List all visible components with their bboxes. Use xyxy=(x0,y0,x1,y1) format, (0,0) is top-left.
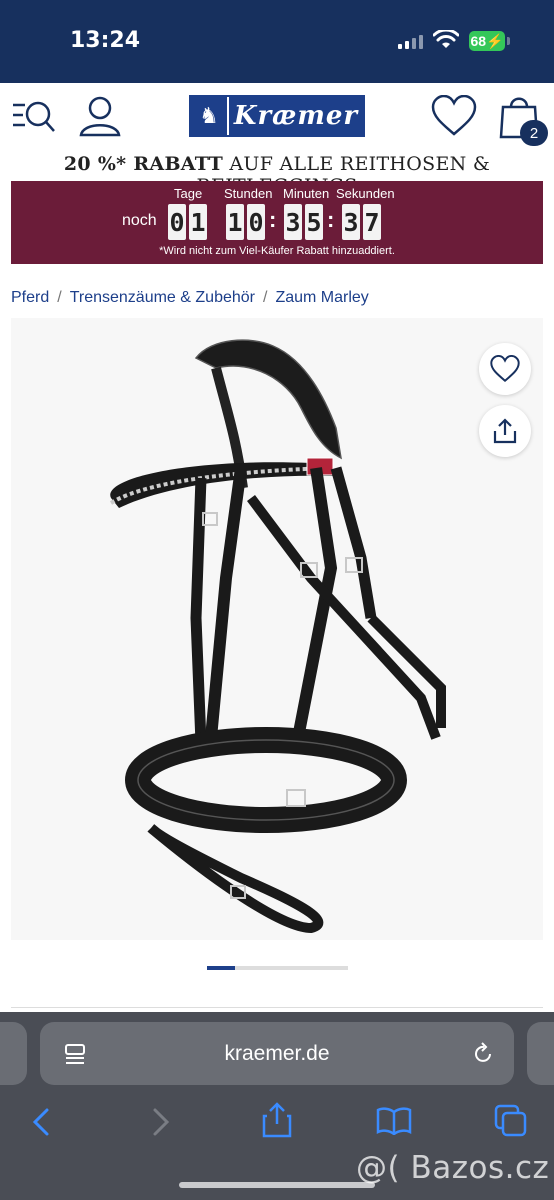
status-bar: 13:24 68 ⚡ xyxy=(0,0,554,83)
site-header: ♞ Kræmer xyxy=(0,83,554,151)
battery-tip xyxy=(507,37,510,45)
breadcrumb-separator: / xyxy=(57,289,62,306)
home-indicator[interactable] xyxy=(179,1182,375,1188)
countdown-digit: 5 xyxy=(305,204,323,240)
countdown-digit: 1 xyxy=(226,204,244,240)
bridle-illustration xyxy=(109,339,446,934)
kraemer-logo[interactable]: ♞ Kræmer xyxy=(189,95,365,137)
wishlist-heart-icon[interactable] xyxy=(431,95,477,137)
countdown-footnote: *Wird nicht zum Viel-Käufer Rabatt hinzu… xyxy=(159,245,395,257)
breadcrumb-item-trensenzaeume[interactable]: Trensenzäume & Zubehör xyxy=(70,289,255,306)
tabs-icon[interactable] xyxy=(494,1104,528,1138)
cellular-signal-icon xyxy=(398,33,423,49)
section-divider xyxy=(11,1007,543,1008)
add-to-wishlist-button[interactable] xyxy=(479,343,531,395)
next-tab-preview[interactable] xyxy=(527,1022,554,1085)
breadcrumb: Pferd / Trensenzäume & Zubehör / Zaum Marley xyxy=(11,289,369,307)
countdown-label-minutes: Minuten xyxy=(283,186,330,201)
product-image[interactable] xyxy=(11,318,543,940)
countdown-digit: 1 xyxy=(189,204,207,240)
countdown-digit: 0 xyxy=(168,204,186,240)
countdown-digit: 0 xyxy=(247,204,265,240)
address-bar[interactable]: kraemer.de xyxy=(40,1022,514,1085)
image-carousel-indicator[interactable] xyxy=(207,966,348,970)
share-sheet-icon[interactable] xyxy=(261,1102,293,1138)
share-icon xyxy=(493,418,517,444)
bookmarks-icon[interactable] xyxy=(376,1107,412,1135)
bazos-watermark: @( Bazos.cz xyxy=(356,1150,550,1186)
countdown-colon: : xyxy=(327,207,335,232)
share-button[interactable] xyxy=(479,405,531,457)
countdown-banner[interactable]: Tage Stunden Minuten Sekunden noch 0 1 1… xyxy=(11,181,543,264)
heart-icon xyxy=(490,355,520,383)
cart-count-badge[interactable]: 2 xyxy=(520,120,548,146)
battery-level: 68 xyxy=(470,33,487,49)
status-time: 13:24 xyxy=(70,28,141,53)
reload-icon[interactable] xyxy=(471,1042,495,1066)
logo-text: Kræmer xyxy=(229,97,363,135)
promo-title-bold: 20 %* RABATT xyxy=(63,153,224,175)
countdown-colon: : xyxy=(269,207,277,232)
forward-icon[interactable] xyxy=(150,1107,172,1137)
horse-logo-icon: ♞ xyxy=(191,97,227,135)
countdown-prefix: noch xyxy=(122,212,157,229)
menu-search-icon[interactable] xyxy=(11,98,57,134)
wifi-icon xyxy=(433,30,459,48)
breadcrumb-item-pferd[interactable]: Pferd xyxy=(11,289,49,306)
countdown-label-days: Tage xyxy=(174,186,203,201)
countdown-digit: 3 xyxy=(342,204,360,240)
carousel-active-segment xyxy=(207,966,236,970)
account-icon[interactable] xyxy=(78,95,122,137)
breadcrumb-separator: / xyxy=(262,289,268,306)
countdown-label-hours: Stunden xyxy=(224,186,273,201)
previous-tab-preview[interactable] xyxy=(0,1022,27,1085)
breadcrumb-item-zaum-marley[interactable]: Zaum Marley xyxy=(275,289,368,306)
countdown-label-seconds: Sekunden xyxy=(336,186,395,201)
countdown-digit: 3 xyxy=(284,204,302,240)
battery-icon: 68 ⚡ xyxy=(469,31,505,51)
countdown-digit: 7 xyxy=(363,204,381,240)
url-text[interactable]: kraemer.de xyxy=(40,1022,514,1085)
back-icon[interactable] xyxy=(30,1107,52,1137)
